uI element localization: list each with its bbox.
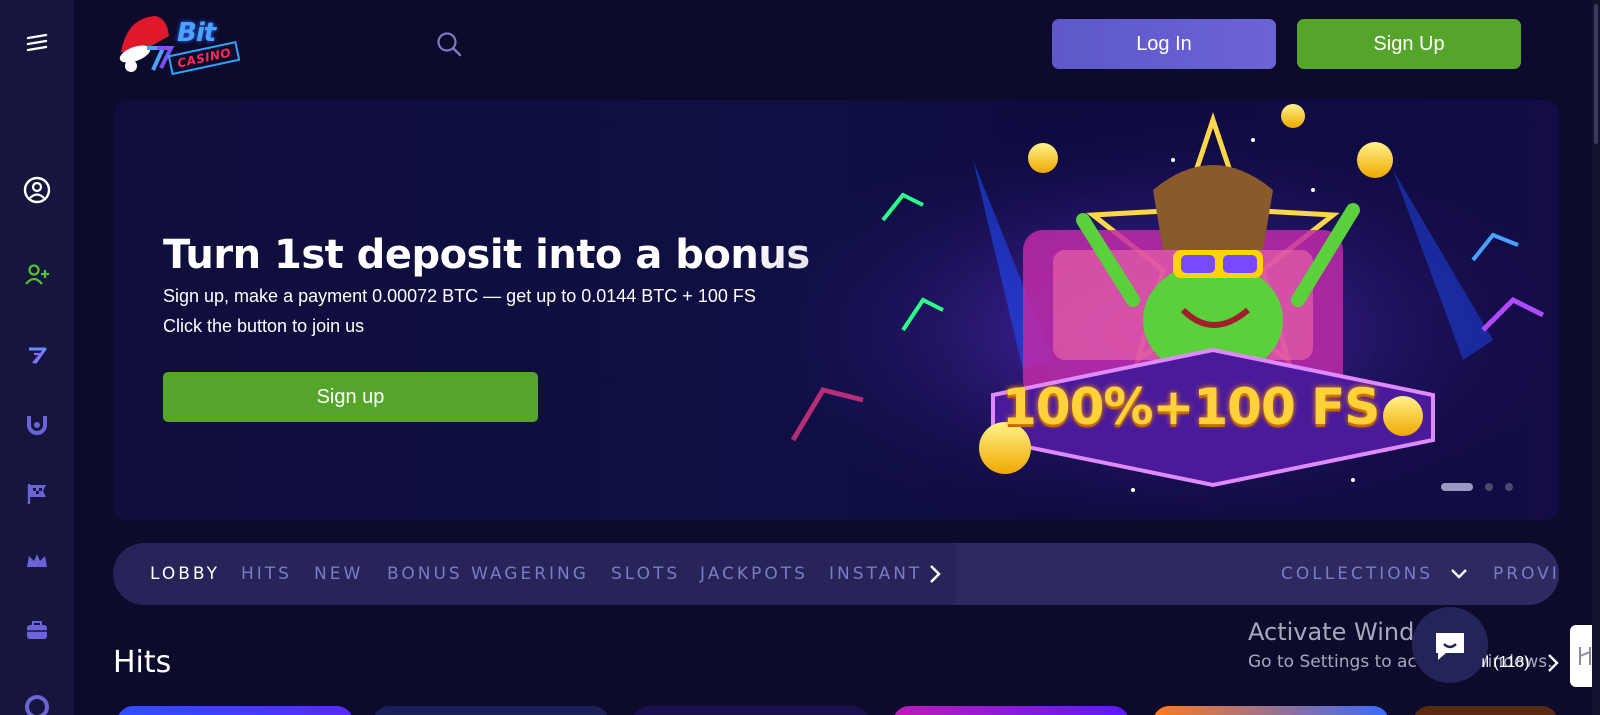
checkered-flag-icon[interactable] — [20, 476, 54, 510]
banner-title: Turn 1st deposit into a bonus — [163, 232, 810, 278]
section-title: Hits — [113, 645, 172, 680]
chevron-down-icon — [1451, 569, 1467, 579]
banner-subtitle: Sign up, make a payment 0.00072 BTC — ge… — [163, 286, 756, 306]
providers-label: PROVIDERS — [1493, 564, 1559, 584]
lifebuoy-icon[interactable] — [20, 690, 54, 715]
carousel-dots — [1441, 483, 1513, 491]
scrollbar-thumb[interactable] — [1594, 4, 1598, 144]
nav-filters-panel: COLLECTIONS PROVIDERS — [956, 543, 1559, 605]
user-circle-icon[interactable] — [20, 173, 54, 207]
tab-bonus-wagering[interactable]: BONUS WAGERING — [387, 543, 589, 605]
game-tile[interactable] — [633, 706, 869, 715]
horseshoe-icon[interactable] — [20, 407, 54, 441]
chevron-right-icon[interactable] — [925, 543, 945, 605]
watermark-line-1: Activate Windows — [1248, 618, 1462, 646]
tab-instant[interactable]: INSTANT — [829, 543, 922, 605]
tab-lobby[interactable]: LOBBY — [150, 543, 220, 605]
tab-slots[interactable]: SLOTS — [611, 543, 680, 605]
tab-hits[interactable]: HITS — [241, 543, 292, 605]
site-logo[interactable]: Bit CASINO — [117, 8, 243, 84]
category-nav: LOBBY HITS NEW BONUS WAGERING SLOTS JACK… — [113, 543, 1559, 605]
banner-signup-button[interactable]: Sign up — [163, 372, 538, 422]
promo-banner[interactable]: Turn 1st deposit into a bonus Sign up, m… — [113, 100, 1559, 520]
briefcase-icon[interactable] — [20, 613, 54, 647]
login-button[interactable]: Log In — [1052, 19, 1276, 69]
game-tile[interactable] — [1413, 706, 1558, 715]
tab-new[interactable]: NEW — [314, 543, 363, 605]
add-user-icon[interactable] — [20, 258, 54, 292]
game-tile[interactable] — [1153, 706, 1389, 715]
hits-count-link[interactable]: ıl (118) — [1481, 654, 1530, 672]
tab-jackpots[interactable]: JACKPOTS — [700, 543, 808, 605]
game-tile[interactable] — [373, 706, 609, 715]
banner-illustration — [753, 100, 1559, 520]
banner-cta-text: Click the button to join us — [163, 316, 365, 336]
chevron-right-icon[interactable] — [1545, 652, 1561, 674]
chat-bubble-icon — [1436, 633, 1464, 660]
live-chat-button[interactable] — [1412, 607, 1488, 683]
menu-icon[interactable] — [20, 26, 54, 60]
game-tile[interactable] — [893, 706, 1129, 715]
collections-dropdown[interactable]: COLLECTIONS — [1281, 543, 1469, 605]
search-icon[interactable] — [435, 30, 463, 58]
crown-icon[interactable] — [20, 544, 54, 578]
carousel-dot-3[interactable] — [1505, 483, 1513, 491]
carousel-dot-1[interactable] — [1441, 483, 1473, 491]
game-tile[interactable] — [117, 706, 353, 715]
promo-text: 100%+100 FS — [1002, 378, 1380, 436]
carousel-dot-2[interactable] — [1485, 483, 1493, 491]
providers-dropdown[interactable]: PROVIDERS — [1493, 543, 1559, 605]
logo-text: Bit — [177, 18, 216, 48]
seven-logo-icon[interactable] — [20, 338, 54, 372]
signup-button[interactable]: Sign Up — [1297, 19, 1521, 69]
collections-label: COLLECTIONS — [1281, 564, 1434, 584]
